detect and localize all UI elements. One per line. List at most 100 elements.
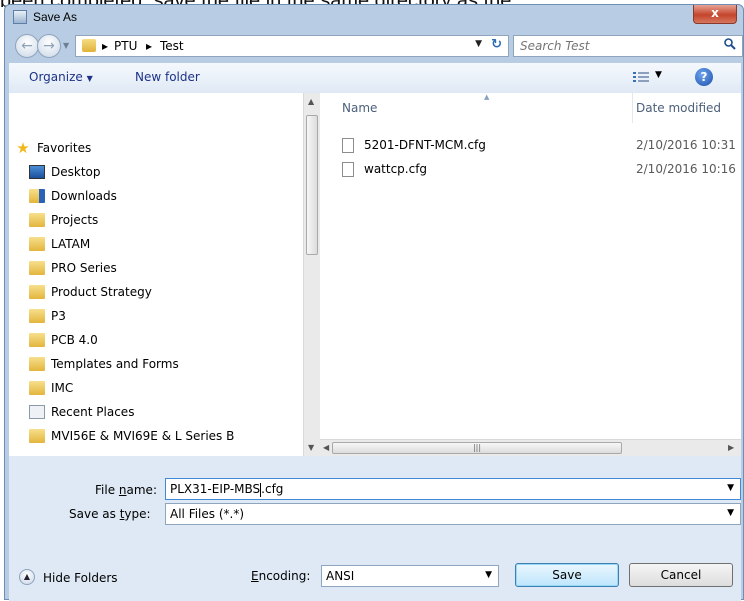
encoding-label-part: ncoding:	[258, 569, 311, 583]
change-view-icon[interactable]	[633, 71, 649, 83]
cancel-button[interactable]: Cancel	[629, 563, 733, 587]
command-toolbar: Organize ▼ New folder ▼ ?	[9, 63, 741, 94]
chevron-down-icon[interactable]: ▼	[485, 570, 492, 580]
save-as-type-label-part: ype:	[124, 507, 151, 521]
folder-icon	[29, 285, 45, 299]
scroll-down-icon[interactable]: ▼	[308, 443, 314, 452]
forward-button[interactable]: →	[37, 34, 61, 58]
table-row[interactable]: wattcp.cfg	[342, 159, 427, 179]
save-form: File name: PLX31-EIP-MBS.cfg ▼ Save as t…	[9, 456, 741, 601]
save-button[interactable]: Save	[515, 563, 619, 587]
sidebar-item-label: Templates and Forms	[51, 357, 179, 371]
file-name-extension: .cfg	[261, 482, 284, 496]
sidebar-item-label: PRO Series	[51, 261, 117, 275]
file-name-field[interactable]: PLX31-EIP-MBS.cfg ▼	[165, 478, 741, 500]
sidebar-item-mvi56e[interactable]: MVI56E & MVI69E & L Series B	[29, 425, 234, 447]
downloads-folder-icon	[29, 189, 45, 203]
scroll-right-icon[interactable]: ▶	[728, 443, 734, 452]
organize-label: Organize	[29, 70, 83, 84]
chevron-up-icon[interactable]: ▲	[19, 569, 35, 585]
save-as-type-label: Save as type:	[69, 507, 151, 521]
scroll-left-icon[interactable]: ◀	[323, 443, 329, 452]
save-as-dialog: Save As x ← → ▼ ▸ PTU ▸ Test ▼ ↻ Organiz…	[4, 4, 744, 601]
view-dropdown-icon[interactable]: ▼	[655, 70, 662, 80]
close-button[interactable]: x	[693, 5, 737, 24]
breadcrumb-test[interactable]: Test	[160, 39, 184, 53]
help-icon[interactable]: ?	[695, 68, 713, 86]
breadcrumb-separator-icon[interactable]: ▸	[102, 39, 108, 53]
file-icon	[342, 161, 354, 177]
sidebar-item-label: MVI56E & MVI69E & L Series B	[51, 429, 235, 443]
sidebar-item-label: Favorites	[37, 141, 92, 155]
breadcrumb-separator-icon[interactable]: ▸	[146, 39, 152, 53]
save-as-type-label-part: Save as	[69, 507, 120, 521]
sidebar-item-product-strategy[interactable]: Product Strategy	[29, 281, 152, 303]
sidebar-item-pro-series[interactable]: PRO Series	[29, 257, 117, 279]
column-header-date-modified[interactable]: Date modified	[636, 101, 721, 115]
sidebar-item-label: Product Strategy	[51, 285, 152, 299]
folder-icon	[82, 39, 96, 52]
sidebar-item-imc[interactable]: IMC	[29, 377, 73, 399]
folder-icon	[29, 333, 45, 347]
chevron-down-icon: ▼	[86, 74, 93, 83]
new-folder-button[interactable]: New folder	[135, 70, 200, 84]
file-name-text: PLX31-EIP-MBS	[170, 482, 261, 496]
file-date-modified: 2/10/2016 10:31 ...	[636, 138, 741, 152]
sidebar-item-pcb-4-0[interactable]: PCB 4.0	[29, 329, 98, 351]
folder-icon	[29, 357, 45, 371]
file-name-label-part: ame:	[126, 483, 157, 497]
dialog-icon	[13, 10, 27, 24]
folder-icon	[29, 429, 45, 443]
column-divider[interactable]	[632, 93, 633, 123]
column-header-name[interactable]: Name	[342, 101, 377, 115]
breadcrumb-ptu[interactable]: PTU	[114, 39, 137, 53]
chevron-down-icon[interactable]: ▼	[727, 483, 734, 493]
organize-button[interactable]: Organize ▼	[29, 70, 93, 84]
sidebar-item-downloads[interactable]: Downloads	[29, 185, 117, 207]
scrollbar-thumb[interactable]	[306, 115, 318, 255]
file-list-horizontal-scrollbar[interactable]: ◀ ||| ▶	[320, 439, 741, 456]
back-button[interactable]: ←	[15, 34, 39, 58]
address-dropdown-icon[interactable]: ▼	[475, 39, 482, 49]
navigation-pane-scrollbar[interactable]: ▲ ▼	[303, 93, 320, 456]
sort-ascending-icon: ▲	[484, 93, 490, 101]
sidebar-item-favorites[interactable]: ★ Favorites	[15, 137, 91, 159]
table-row[interactable]: 5201-DFNT-MCM.cfg	[342, 135, 486, 155]
recent-places-icon	[29, 405, 45, 419]
file-name-value[interactable]: PLX31-EIP-MBS.cfg	[170, 482, 283, 497]
sidebar-item-templates-and-forms[interactable]: Templates and Forms	[29, 353, 179, 375]
encoding-value: ANSI	[326, 569, 355, 583]
encoding-select[interactable]: ANSI ▼	[321, 565, 499, 587]
sidebar-item-projects[interactable]: Projects	[29, 209, 98, 231]
navigation-bar: ← → ▼ ▸ PTU ▸ Test ▼ ↻	[5, 31, 743, 63]
address-bar[interactable]: ▸ PTU ▸ Test ▼ ↻	[75, 35, 509, 57]
sidebar-item-latam[interactable]: LATAM	[29, 233, 90, 255]
window-title: Save As	[33, 10, 78, 24]
sidebar-item-recent-places[interactable]: Recent Places	[29, 401, 134, 423]
sidebar-item-label: LATAM	[51, 237, 91, 251]
save-as-type-select[interactable]: All Files (*.*) ▼	[165, 503, 741, 525]
file-name-label-part: File	[95, 483, 119, 497]
search-box[interactable]	[513, 35, 743, 57]
chevron-down-icon[interactable]: ▼	[727, 508, 734, 518]
file-name: 5201-DFNT-MCM.cfg	[364, 138, 486, 152]
title-bar[interactable]: Save As x	[5, 5, 743, 31]
sidebar-item-label: PCB 4.0	[51, 333, 98, 347]
folder-icon	[29, 237, 45, 251]
scroll-up-icon[interactable]: ▲	[308, 97, 314, 106]
recent-locations-dropdown-icon[interactable]: ▼	[63, 41, 69, 50]
sidebar-item-label: Recent Places	[51, 405, 135, 419]
search-input[interactable]	[520, 38, 710, 54]
folder-icon	[29, 213, 45, 227]
hide-folders-button[interactable]: Hide Folders	[43, 571, 118, 585]
scrollbar-thumb[interactable]: |||	[332, 442, 622, 454]
file-name: wattcp.cfg	[364, 162, 428, 176]
refresh-icon[interactable]: ↻	[491, 37, 502, 52]
sidebar-item-desktop[interactable]: Desktop	[29, 161, 101, 183]
sidebar-item-p3[interactable]: P3	[29, 305, 66, 327]
search-icon[interactable]	[724, 38, 736, 50]
navigation-pane: ★ Favorites Desktop Downloads Projects L…	[9, 93, 303, 456]
file-name-label: File name:	[95, 483, 157, 497]
forward-arrow-icon: →	[43, 38, 55, 54]
folder-icon	[29, 261, 45, 275]
